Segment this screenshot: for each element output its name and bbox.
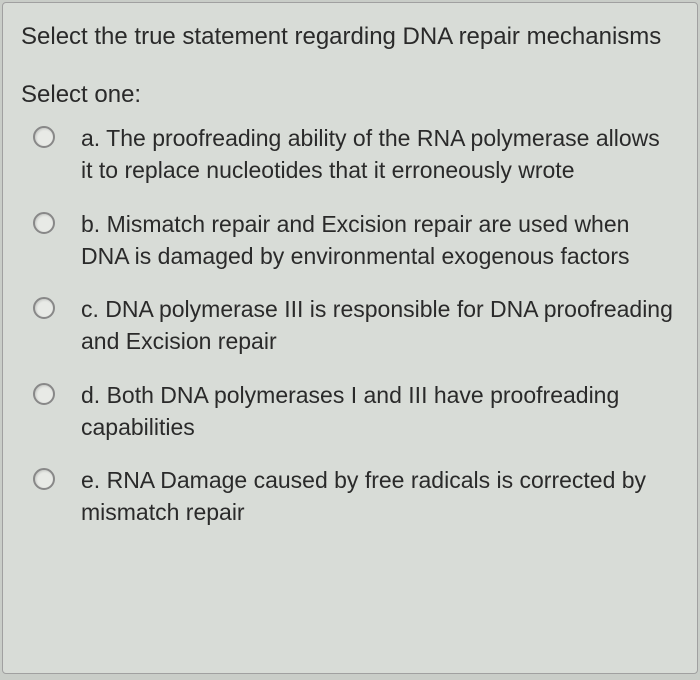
radio-b[interactable] [33, 212, 57, 236]
radio-circle-icon [33, 126, 55, 148]
radio-d[interactable] [33, 383, 57, 407]
radio-circle-icon [33, 297, 55, 319]
radio-c[interactable] [33, 297, 57, 321]
option-d[interactable]: d. Both DNA polymerases I and III have p… [33, 380, 677, 443]
radio-circle-icon [33, 383, 55, 405]
option-text-e: e. RNA Damage caused by free radicals is… [81, 465, 677, 528]
option-text-a: a. The proofreading ability of the RNA p… [81, 123, 677, 186]
option-text-c: c. DNA polymerase III is responsible for… [81, 294, 677, 357]
options-list: a. The proofreading ability of the RNA p… [21, 123, 677, 528]
radio-circle-icon [33, 212, 55, 234]
option-text-d: d. Both DNA polymerases I and III have p… [81, 380, 677, 443]
option-c[interactable]: c. DNA polymerase III is responsible for… [33, 294, 677, 357]
option-e[interactable]: e. RNA Damage caused by free radicals is… [33, 465, 677, 528]
question-container: Select the true statement regarding DNA … [2, 2, 698, 674]
option-a[interactable]: a. The proofreading ability of the RNA p… [33, 123, 677, 186]
option-b[interactable]: b. Mismatch repair and Excision repair a… [33, 209, 677, 272]
question-prompt: Select the true statement regarding DNA … [21, 21, 677, 53]
radio-a[interactable] [33, 126, 57, 150]
radio-circle-icon [33, 468, 55, 490]
radio-e[interactable] [33, 468, 57, 492]
option-text-b: b. Mismatch repair and Excision repair a… [81, 209, 677, 272]
select-one-label: Select one: [21, 81, 677, 109]
